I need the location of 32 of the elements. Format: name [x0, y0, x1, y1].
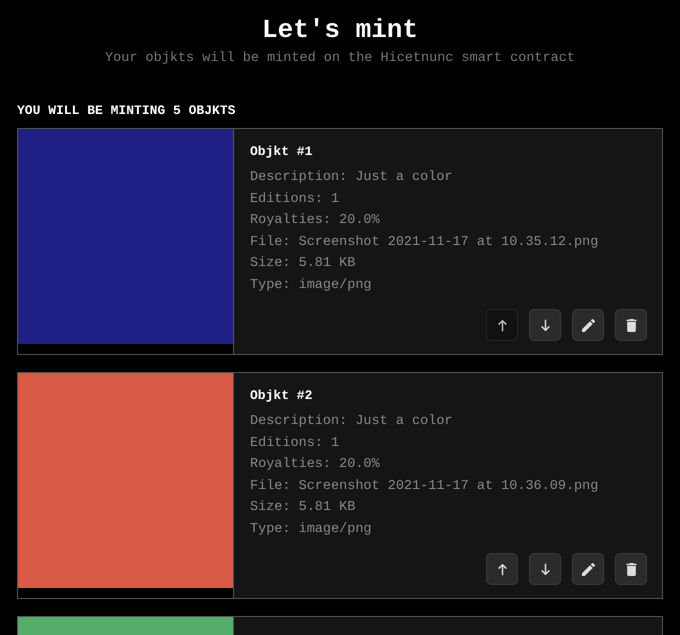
objkt-detail: Description: Just a color: [250, 413, 453, 431]
page-subtitle: Your objkts will be minted on the Hicetnunc smart contract: [105, 51, 575, 67]
arrow-up-icon: [496, 562, 508, 576]
trash-icon: [624, 562, 638, 576]
objkt-detail: Royalties: 20.0%: [250, 212, 380, 230]
move-down-button[interactable]: [529, 309, 561, 341]
objkt-detail: Type: image/png: [250, 276, 372, 295]
arrow-down-icon: [538, 318, 552, 332]
objkt-detail: Type: image/png: [250, 520, 372, 539]
edit-button[interactable]: [572, 309, 604, 341]
edit-button[interactable]: [572, 553, 604, 585]
objkt-detail: File: Screenshot 2021-11-17 at 10.35.12.png: [250, 234, 598, 252]
arrow-down-icon: [538, 562, 552, 576]
move-up-button[interactable]: [486, 553, 518, 585]
section-heading: YOU WILL BE MINTING 5 OBJKTS: [17, 103, 236, 118]
objkt-detail: Size: 5.81 KB: [250, 499, 356, 518]
delete-button[interactable]: [615, 553, 647, 585]
arrow-up-icon: [496, 318, 508, 332]
pencil-icon: [582, 562, 594, 576]
page-title: Let's mint: [262, 15, 418, 45]
move-down-button[interactable]: [529, 553, 561, 585]
objkt-detail: Editions: 1: [250, 434, 340, 453]
objkt-detail: Size: 5.81 KB: [250, 255, 356, 274]
objkt-title: Objkt #1: [250, 144, 312, 160]
objkt-detail: Description: Just a color: [250, 169, 453, 187]
objkt-detail: File: Screenshot 2021-11-17 at 10.36.09.png: [250, 478, 598, 496]
objkt-detail: Editions: 1: [250, 190, 340, 209]
objkt-title: Objkt #2: [250, 388, 312, 404]
objkt-detail: Royalties: 20.0%: [250, 456, 380, 474]
delete-button[interactable]: [615, 309, 647, 341]
trash-icon: [624, 318, 638, 332]
pencil-icon: [582, 318, 594, 332]
